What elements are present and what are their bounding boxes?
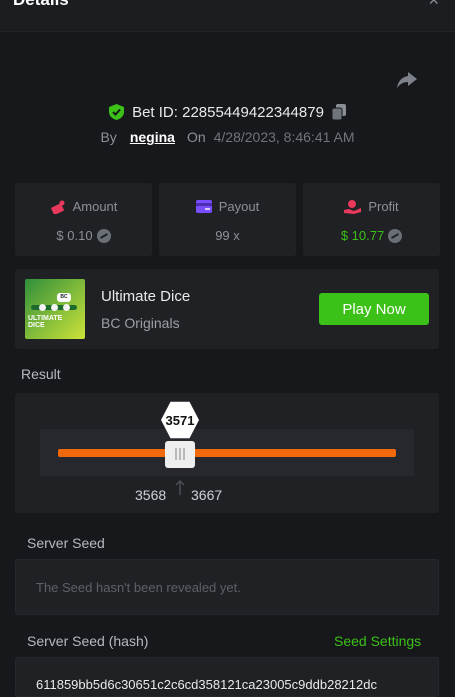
on-label: On: [186, 129, 206, 145]
profit-value: $ 10.77: [340, 228, 385, 243]
server-seed-hash-field: 611859bb5d6c30651c2c6cd358121ca23005c9dd…: [15, 657, 439, 697]
payout-card: Payout 99 x: [159, 183, 296, 256]
bet-datetime: 4/28/2023, 8:46:41 AM: [213, 129, 355, 145]
close-icon[interactable]: ×: [428, 0, 439, 11]
share-icon[interactable]: [396, 70, 418, 90]
game-thumbnail[interactable]: BC ULTIMATE DICE: [25, 279, 85, 339]
profit-icon: [344, 199, 362, 214]
seed-settings-link[interactable]: Seed Settings: [334, 633, 421, 649]
username-link[interactable]: negina: [130, 129, 175, 145]
copy-icon[interactable]: [331, 104, 346, 120]
play-now-button[interactable]: Play Now: [319, 293, 429, 325]
result-panel: 3571 3568 3667: [15, 393, 439, 513]
payout-label: Payout: [218, 199, 260, 214]
result-bar: [58, 449, 396, 457]
server-seed-label: Server Seed: [27, 535, 105, 551]
amount-icon: [50, 200, 65, 214]
server-seed-hash-label: Server Seed (hash): [27, 633, 149, 649]
server-seed-hash-value: 611859bb5d6c30651c2c6cd358121ca23005c9dd…: [36, 677, 377, 692]
game-card: BC ULTIMATE DICE Ultimate Dice BC Origina…: [15, 269, 439, 349]
game-name[interactable]: Ultimate Dice: [101, 288, 190, 305]
coin-icon: [96, 228, 111, 243]
thumbnail-title-line2: DICE: [28, 322, 45, 329]
page-title: Details: [13, 0, 69, 10]
amount-label: Amount: [72, 199, 118, 214]
range-low: 3568: [135, 487, 167, 503]
amount-value: $ 0.10: [56, 228, 93, 243]
bet-id-row: Bet ID: 22855449422344879: [0, 102, 455, 122]
profit-card: Profit $ 10.77: [303, 183, 440, 256]
server-seed-field: The Seed hasn't been revealed yet.: [15, 559, 439, 615]
bet-meta: By negina On 4/28/2023, 8:46:41 AM: [0, 128, 455, 146]
by-label: By: [100, 129, 117, 145]
result-slider-handle: [165, 441, 195, 468]
payout-value: 99 x: [215, 228, 240, 243]
range-high: 3667: [191, 487, 223, 503]
profit-label: Profit: [368, 199, 399, 214]
amount-card: Amount $ 0.10: [15, 183, 152, 256]
thumbnail-title-line1: ULTIMATE: [28, 315, 63, 322]
bet-id: Bet ID: 22855449422344879: [132, 103, 324, 121]
result-track: [40, 429, 414, 476]
result-label: Result: [21, 366, 61, 382]
thumbnail-badge: BC: [57, 293, 71, 302]
shield-check-icon: [109, 104, 125, 120]
game-provider: BC Originals: [101, 315, 180, 331]
details-header: Details ×: [0, 0, 455, 32]
coin-icon: [388, 228, 403, 243]
range-arrow-icon: [175, 479, 185, 495]
server-seed-placeholder: The Seed hasn't been revealed yet.: [36, 580, 241, 595]
payout-card-icon: [195, 200, 212, 213]
